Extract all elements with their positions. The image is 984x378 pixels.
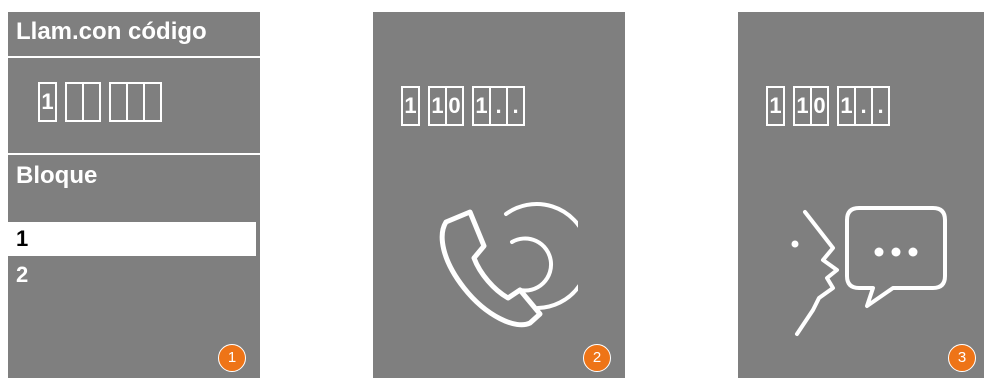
code-digit: 1 [766, 86, 785, 126]
code-digit: . [506, 86, 525, 126]
block-label: Bloque [16, 162, 98, 189]
list-item[interactable]: 2 [8, 258, 256, 292]
code-digit: . [871, 86, 890, 126]
phone-calling-icon [439, 202, 578, 328]
list-item-selected[interactable]: 1 [8, 222, 256, 256]
step-badge: 3 [948, 344, 976, 372]
code-digit [82, 82, 101, 122]
code-digit: 0 [445, 86, 464, 126]
calling-screen: 1 1 0 1 . . 2 [373, 12, 625, 378]
step-badge: 1 [218, 344, 246, 372]
divider [8, 56, 260, 58]
code-entry[interactable]: 1 [38, 82, 162, 122]
screen-title: Llam.con código [16, 18, 207, 45]
code-display: 1 1 0 1 . . [766, 86, 890, 126]
code-digit: 1 [38, 82, 57, 122]
code-digit: 1 [401, 86, 420, 126]
code-digit: 0 [810, 86, 829, 126]
code-display: 1 1 0 1 . . [401, 86, 525, 126]
in-conversation-screen: 1 1 0 1 . . 3 [738, 12, 984, 378]
step-badge: 2 [583, 344, 611, 372]
call-by-code-screen: Llam.con código 1 Bloque 1 2 1 [8, 12, 260, 378]
speaking-chat-icon [791, 206, 947, 336]
divider [8, 153, 260, 155]
code-digit [143, 82, 162, 122]
